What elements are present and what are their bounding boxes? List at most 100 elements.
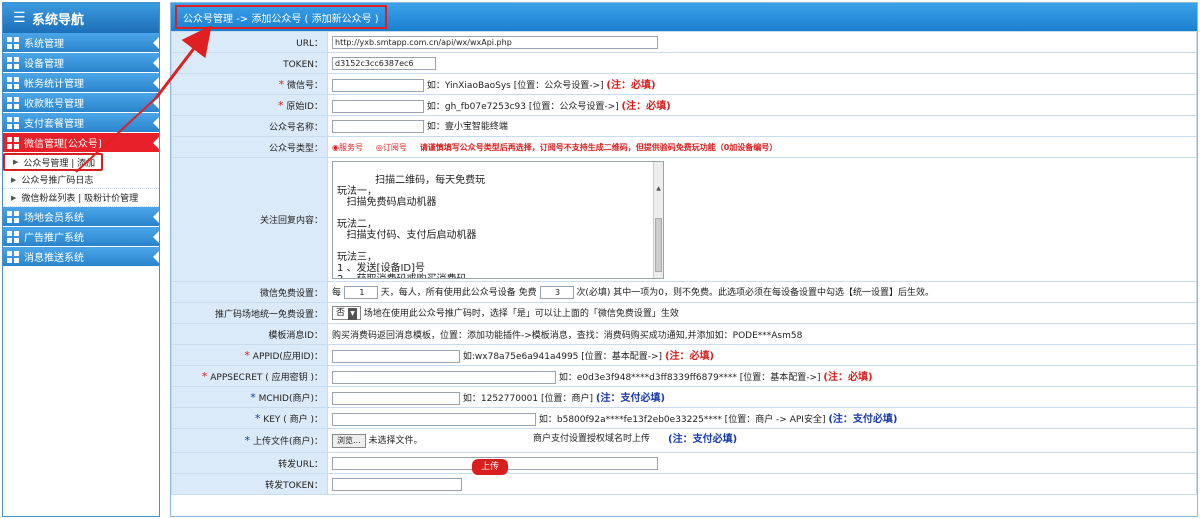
- sidebar-sub-label: 公众号推广码日志: [21, 176, 94, 186]
- sidebar-item-system[interactable]: 系统管理: [3, 33, 159, 53]
- upload-button[interactable]: 上传: [472, 459, 508, 475]
- wechat-id-hint: 如：YinXiaoBaoSys [位置：公众号设置->]: [426, 81, 604, 91]
- sidebar-item-package[interactable]: 支付套餐管理: [3, 113, 159, 133]
- row-upload: * 上传文件(商户)： 浏览... 未选择文件。 商户支付设置授权域名时上传 (…: [171, 428, 1197, 453]
- sidebar-sub-fans[interactable]: ▶ 微信粉丝列表 | 吸粉计价管理: [3, 189, 159, 207]
- mchid-hint: 如：1252770001 [位置：商户]: [462, 394, 594, 404]
- free-times-input[interactable]: 3: [539, 286, 574, 299]
- required-star: *: [244, 434, 251, 447]
- sidebar-item-label: 系统管理: [24, 39, 64, 50]
- name-input[interactable]: [332, 120, 424, 133]
- sidebar-sub-account-add[interactable]: ▶ 公众号管理 | 添加: [3, 153, 103, 171]
- key-note: (注：支付必填): [828, 414, 898, 425]
- row-wechat-id: * 微信号： 如：YinXiaoBaoSys [位置：公众号设置->] (注：必…: [171, 73, 1197, 95]
- triangle-right-icon: ▶: [13, 158, 19, 166]
- sidebar-item-label: 支付套餐管理: [24, 119, 84, 130]
- secret-hint: 如：e0d3e3f948****d3ff8339ff6879**** [位置：基…: [558, 373, 821, 383]
- upload-note: (注：支付必填): [668, 434, 738, 445]
- sidebar-item-venue-member[interactable]: 场地会员系统: [3, 207, 159, 227]
- sidebar-item-payee[interactable]: 收款账号管理: [3, 93, 159, 113]
- tmpl-label: 模板消息ID：: [171, 323, 328, 345]
- scroll-thumb[interactable]: [655, 217, 662, 272]
- promo-select[interactable]: 否 ▼: [332, 306, 362, 321]
- appid-label: APPID(应用ID)：: [252, 351, 323, 362]
- secret-label: APPSECRET ( 应用密钥 )：: [210, 372, 323, 383]
- sidebar-item-push[interactable]: 消息推送系统: [3, 247, 159, 267]
- reply-label: 关注回复内容：: [171, 157, 328, 282]
- type-label: 公众号类型：: [171, 136, 328, 158]
- grid-icon: [7, 96, 19, 109]
- row-reply: 关注回复内容： 扫描二维码，每天免费玩 玩法一， 扫描免费码启动机器 玩法二， …: [171, 157, 1197, 282]
- row-key: * KEY ( 商户 )： 如：b5800f92a****fe13f2eb0e3…: [171, 407, 1197, 429]
- mchid-note: (注：支付必填): [595, 393, 666, 404]
- triangle-right-icon: ▶: [11, 175, 17, 184]
- sidebar-item-label: 设备管理: [24, 59, 64, 70]
- menu-icon: ☰: [13, 10, 26, 26]
- free-suffix: 次(必填) 其中一项为0，则不免费。此选项必须在每设备设置中勾选【统一设置】后生…: [576, 288, 935, 298]
- type-radio-subscribe[interactable]: ◎订阅号: [376, 142, 407, 153]
- sidebar-sub-label: 微信粉丝列表 | 吸粉计价管理: [21, 194, 139, 204]
- reply-scrollbar[interactable]: ▲ ▼: [653, 161, 663, 278]
- required-star: *: [278, 98, 284, 112]
- name-hint: 如：壹小宝智能终端: [426, 122, 508, 132]
- sidebar-item-ads[interactable]: 广告推广系统: [3, 227, 159, 247]
- sidebar-item-label: 场地会员系统: [24, 213, 84, 224]
- key-hint: 如：b5800f92a****fe13f2eb0e33225**** [位置：商…: [538, 415, 826, 425]
- row-orig-id: * 原始ID： 如：gh_fb07e7253c93 [位置：公众号设置->] (…: [171, 94, 1197, 116]
- secret-input[interactable]: [332, 371, 556, 384]
- sidebar-item-label: 广告推广系统: [24, 233, 84, 244]
- token-input[interactable]: d3152c3cc6387ec6: [332, 56, 436, 70]
- orig-id-input[interactable]: [332, 100, 424, 113]
- fwd-token-label: 转发TOKEN：: [171, 473, 328, 495]
- row-name: 公众号名称： 如：壹小宝智能终端: [171, 115, 1197, 137]
- triangle-right-icon: ▶: [11, 193, 17, 202]
- promo-label: 推广码场地统一免费设置：: [171, 302, 328, 324]
- type-radio-service[interactable]: ◉服务号: [332, 142, 363, 153]
- appid-note: (注：必填): [664, 351, 715, 362]
- secret-note: (注：必填): [823, 372, 873, 383]
- sidebar-sub-promo-log[interactable]: ▶ 公众号推广码日志: [3, 171, 159, 189]
- browse-button[interactable]: 浏览...: [332, 433, 366, 448]
- reply-text: 扫描二维码，每天免费玩 玩法一， 扫描免费码启动机器 玩法二， 扫描支付码、支付…: [337, 174, 486, 278]
- main-header: 公众号管理 -> 添加公众号 ( 添加新公众号 ): [171, 3, 1197, 31]
- wechat-id-input[interactable]: [332, 79, 424, 92]
- grid-icon: [7, 76, 19, 89]
- orig-id-hint: 如：gh_fb07e7253c93 [位置：公众号设置->]: [426, 102, 619, 112]
- breadcrumb: 公众号管理 -> 添加公众号 ( 添加新公众号 ): [175, 5, 387, 29]
- appid-input[interactable]: [332, 350, 460, 363]
- row-secret: * APPSECRET ( 应用密钥 )： 如：e0d3e3f948****d3…: [171, 365, 1197, 387]
- reply-textarea[interactable]: 扫描二维码，每天免费玩 玩法一， 扫描免费码启动机器 玩法二， 扫描支付码、支付…: [332, 160, 664, 279]
- mchid-input[interactable]: [332, 392, 460, 405]
- required-star: *: [278, 77, 285, 91]
- notch-icon: [153, 137, 159, 149]
- key-label: KEY ( 商户 )：: [263, 414, 323, 425]
- sidebar-item-label: 收款账号管理: [24, 99, 84, 110]
- row-appid: * APPID(应用ID)： 如:wx78a75e6a941a4995 [位置：…: [171, 344, 1197, 366]
- notch-icon: [153, 117, 159, 129]
- row-fwd-url: 转发URL：: [171, 452, 1197, 474]
- grid-icon: [7, 36, 19, 49]
- free-prefix: 每: [332, 288, 342, 298]
- fwd-url-label: 转发URL：: [171, 452, 328, 474]
- name-label: 公众号名称：: [171, 115, 328, 137]
- app-root: ☰ 系统导航 系统管理 设备管理 帐务统计管理 收款账号管理 支付套餐管理 微信…: [0, 0, 1200, 519]
- sidebar-item-accounting[interactable]: 帐务统计管理: [3, 73, 159, 93]
- row-fwd-token: 转发TOKEN：: [171, 473, 1197, 495]
- upload-hint: 商户支付设置授权域名时上传: [533, 434, 651, 444]
- sidebar-item-label: 消息推送系统: [24, 253, 84, 264]
- sidebar-item-wechat[interactable]: 微信管理[公众号]: [3, 133, 159, 153]
- grid-icon: [7, 56, 19, 69]
- row-free: 微信免费设置： 每 1 天，每人，所有使用此公众号设备 免费 3 次(必填) 其…: [171, 281, 1197, 303]
- sidebar-item-device[interactable]: 设备管理: [3, 53, 159, 73]
- promo-hint: 场地在使用此公众号推广码时，选择「是」可以让上面的「微信免费设置」生效: [363, 308, 679, 319]
- row-url: URL： http://yxb.smtapp.com.cn/api/wx/wxA…: [171, 31, 1197, 53]
- url-input[interactable]: http://yxb.smtapp.com.cn/api/wx/wxApi.ph…: [332, 35, 658, 49]
- scroll-up-icon[interactable]: ▲: [654, 184, 663, 194]
- fwd-token-input[interactable]: [332, 477, 462, 491]
- key-input[interactable]: [332, 413, 536, 426]
- wechat-id-label: 微信号：: [286, 80, 323, 91]
- sidebar: ☰ 系统导航 系统管理 设备管理 帐务统计管理 收款账号管理 支付套餐管理 微信…: [2, 2, 160, 517]
- row-tmpl: 模板消息ID： 购买消费码返回消息模板，位置：添加功能插件->模板消息，查找：消…: [171, 323, 1197, 345]
- free-days-input[interactable]: 1: [343, 286, 378, 299]
- free-middle: 天，每人，所有使用此公众号设备 免费: [380, 288, 537, 298]
